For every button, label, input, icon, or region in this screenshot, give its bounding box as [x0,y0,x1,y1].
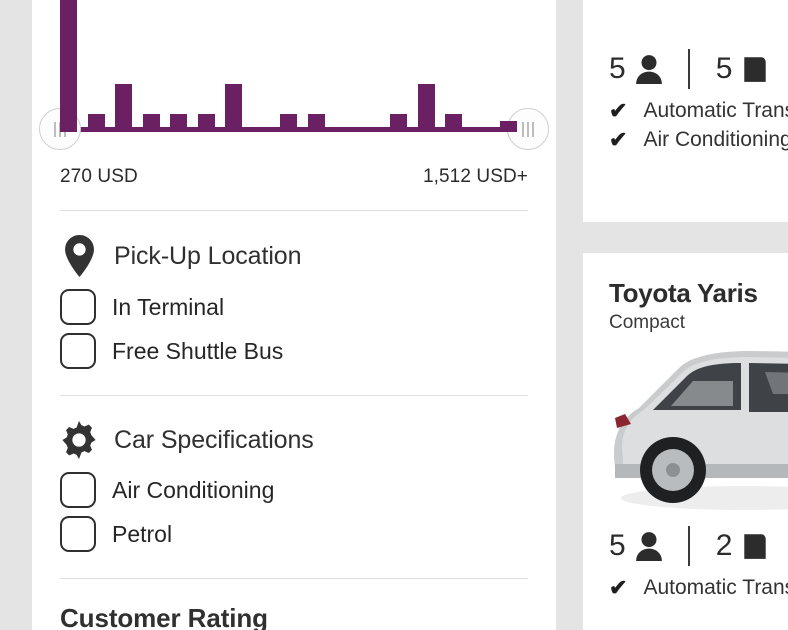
filter-group-title: Pick-Up Location [114,241,302,270]
car-result-card[interactable]: Toyota Yaris Compact 5 2 ✔ Automatic Tra… [583,253,788,630]
specs-separator [687,49,690,89]
seat-count: 5 [609,52,662,86]
histogram-bar [280,113,298,132]
filter-group-header: Customer Rating [60,603,528,630]
filter-option-petrol[interactable]: Petrol [60,512,528,556]
specs-separator [687,526,690,566]
price-max-label: 1,512 USD+ [422,166,528,187]
door-count-value: 2 [715,529,733,562]
histogram-bar [60,0,78,132]
filter-option-air-conditioning[interactable]: Air Conditioning [60,468,528,512]
person-icon [635,55,662,84]
histogram-bar [500,121,518,132]
gear-icon [60,420,98,460]
histogram-bar [170,113,188,132]
filter-group-title: Car Specifications [114,425,314,454]
filter-option-in-terminal[interactable]: In Terminal [60,285,528,329]
filter-option-free-shuttle-bus[interactable]: Free Shuttle Bus [60,329,528,373]
filter-group-title: Customer Rating [60,603,268,630]
car-door-icon [744,534,767,559]
histogram-bar [197,113,215,132]
histogram-bar [417,84,435,132]
seat-count-value: 5 [609,529,626,562]
door-count-value: 5 [715,52,733,85]
histogram-bar [115,84,133,132]
filter-group-car-specifications: Car Specifications Air Conditioning Petr… [60,396,528,556]
car-feature: ✔ Automatic Trans [609,573,788,602]
checkbox[interactable] [60,516,96,552]
check-icon: ✔ [609,126,628,152]
seat-count-value: 5 [609,52,626,85]
histogram-bar [225,84,243,132]
histogram-bar [390,113,408,132]
car-name: Toyota Yaris [609,278,758,308]
car-specs-row: 5 5 [609,42,788,96]
car-photo [583,0,788,42]
filter-group-customer-rating: Customer Rating [60,579,528,630]
check-icon: ✔ [609,574,628,600]
car-door-icon [744,57,767,82]
filter-option-label: Petrol [112,520,173,547]
filter-group-header: Car Specifications [60,420,528,460]
car-specs-row: 5 2 [609,519,788,573]
car-photo [583,334,788,519]
car-class: Compact [609,312,686,333]
car-result-card[interactable]: 5 5 ✔ Automatic Trans ✔ Air Conditioning [583,0,788,222]
checkbox[interactable] [60,289,96,325]
car-feature-label: Automatic Trans [643,98,788,122]
car-feature-label: Air Conditioning [643,127,788,151]
app-root: 270 USD 1,512 USD+ Pick-Up Location In T… [0,0,788,630]
filter-option-label: Free Shuttle Bus [112,337,284,364]
filters-sidebar: 270 USD 1,512 USD+ Pick-Up Location In T… [32,0,556,630]
seat-count: 5 [609,529,662,563]
price-min-label: 270 USD [60,166,138,187]
price-range-labels: 270 USD 1,512 USD+ [60,166,528,188]
price-range-filter: 270 USD 1,512 USD+ [39,0,549,188]
check-icon: ✔ [609,97,628,123]
filter-group-pickup-location: Pick-Up Location In Terminal Free Shuttl… [60,211,528,373]
map-pin-icon [60,235,98,277]
checkbox[interactable] [60,472,96,508]
car-feature: ✔ Air Conditioning [609,125,788,154]
histogram-bar [142,113,160,132]
filter-group-header: Pick-Up Location [60,235,528,277]
door-count: 5 [716,52,769,86]
door-count: 2 [716,529,769,563]
histogram-bar [445,113,463,132]
filter-option-label: In Terminal [112,293,225,320]
car-feature: ✔ Automatic Trans [609,96,788,125]
filter-option-label: Air Conditioning [112,476,275,503]
price-histogram [39,0,549,150]
person-icon [635,532,662,561]
histogram-bar [87,113,105,132]
car-feature-label: Automatic Trans [643,575,788,599]
histogram-bar [307,113,325,132]
checkbox[interactable] [60,333,96,369]
